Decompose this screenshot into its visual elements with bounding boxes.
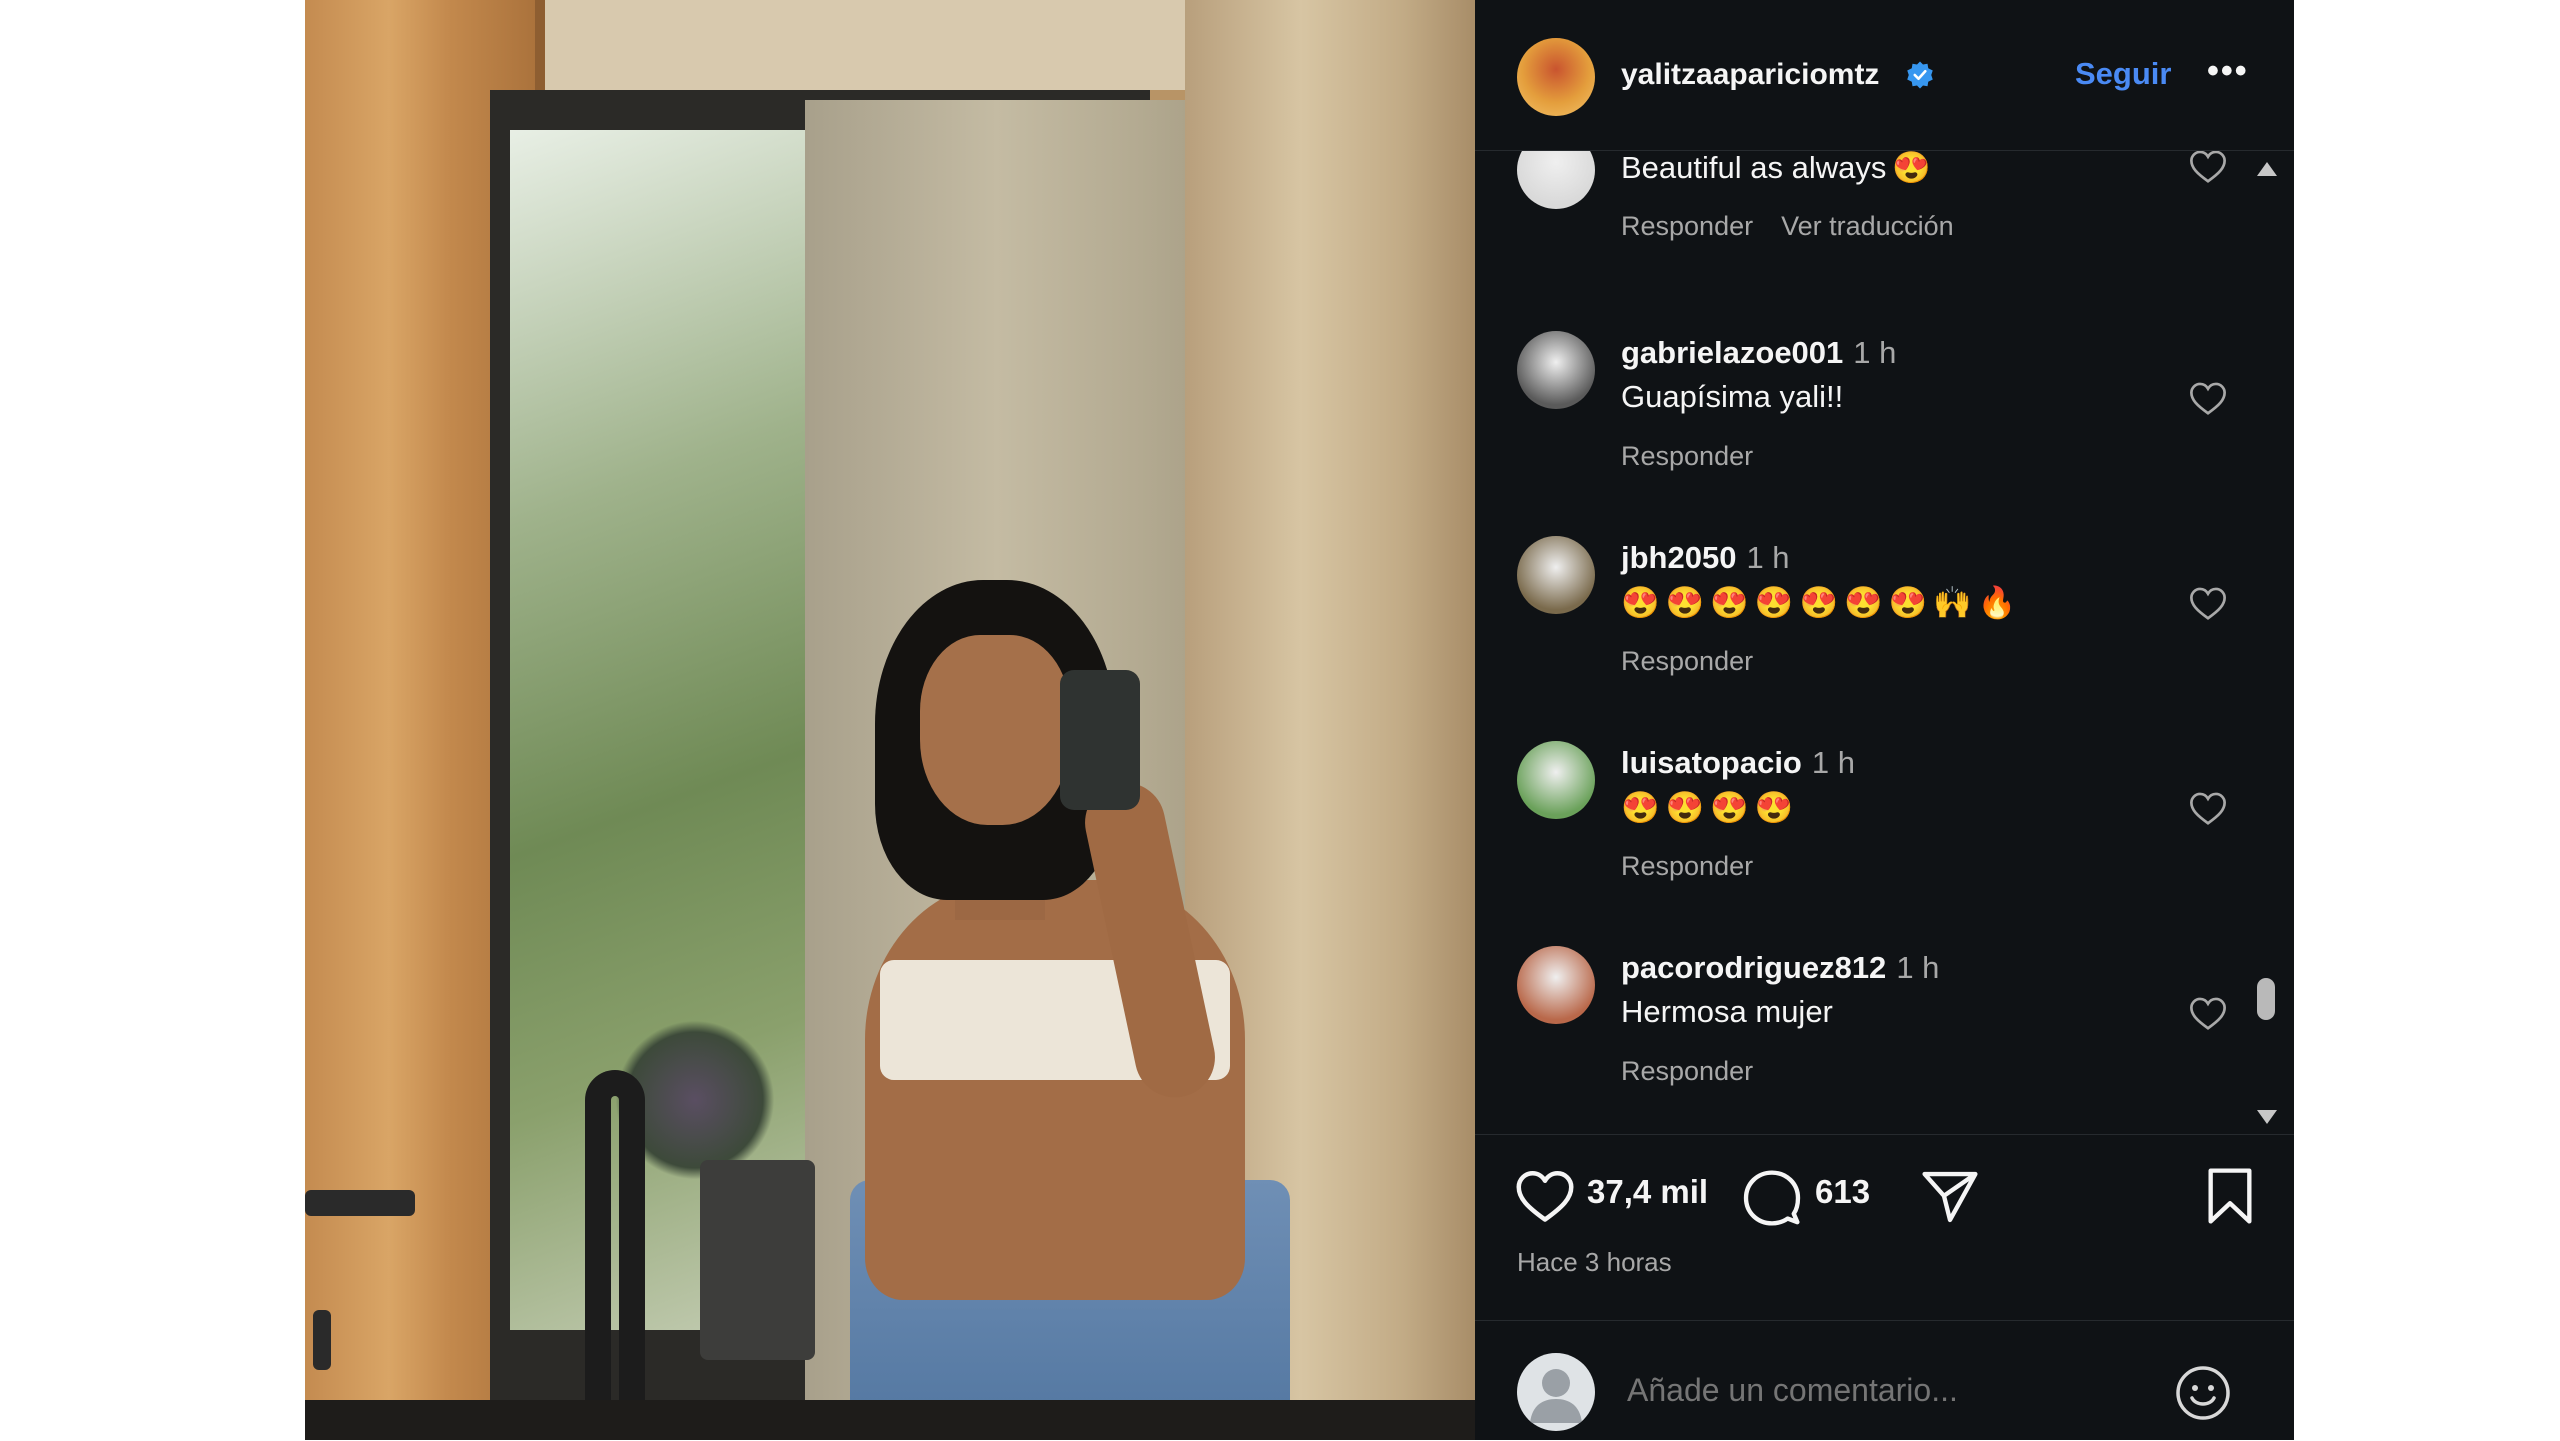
post-actions-bar: 37,4 mil 613 Hace 3 horas [1475, 1134, 2294, 1295]
commenter-username[interactable]: gabrielazoe001 1 h [1621, 335, 1896, 371]
default-user-icon [1530, 1369, 1582, 1423]
comment-item: jbh2050 1 h 😍 😍 😍 😍 😍 😍 😍 🙌 🔥 Responder [1475, 536, 2255, 736]
comment-item: Beautiful as always 😍 Responder Ver traducc… [1475, 151, 2255, 331]
verified-badge-icon [1907, 61, 1933, 89]
scroll-down-arrow-icon[interactable] [2257, 1110, 2277, 1124]
commenter-avatar[interactable] [1517, 536, 1595, 614]
comment-time[interactable]: 1 h [1812, 745, 1855, 780]
comment-text: Hermosa mujer [1621, 994, 1833, 1030]
reply-button[interactable]: Responder [1621, 851, 1753, 881]
commenter-username-text[interactable]: jbh2050 [1621, 540, 1736, 575]
comment-time[interactable]: 1 h [1853, 335, 1896, 370]
post-photo[interactable] [305, 0, 1475, 1440]
commenter-avatar[interactable] [1517, 151, 1595, 209]
comment-item: luisatopacio 1 h 😍 😍 😍 😍 Responder [1475, 741, 2255, 941]
comment-like-heart-icon[interactable] [2189, 586, 2227, 622]
commenter-username-text[interactable]: gabrielazoe001 [1621, 335, 1843, 370]
reply-button[interactable]: Responder [1621, 1056, 1753, 1086]
comment-emoji: 😍 [1754, 790, 1794, 825]
photo-person-face [920, 635, 1070, 825]
post-side-panel: yalitzaapariciomtz Seguir ••• Beautiful … [1475, 0, 2294, 1440]
commenter-avatar[interactable] [1517, 946, 1595, 1024]
post-header: yalitzaapariciomtz Seguir ••• [1475, 0, 2294, 151]
reply-button[interactable]: Responder [1621, 646, 1753, 676]
photo-pot [700, 1160, 815, 1360]
comment-text: 😍 😍 😍 😍 😍 😍 😍 🙌 🔥 [1621, 584, 2022, 621]
comments-count[interactable]: 613 [1815, 1173, 1870, 1211]
comment-text: Beautiful as always 😍 [1621, 151, 1937, 186]
add-comment-input[interactable] [1625, 1371, 2129, 1410]
author-avatar[interactable] [1517, 38, 1595, 116]
reply-button[interactable]: Responder [1621, 441, 1753, 471]
smiley-icon[interactable] [2175, 1365, 2231, 1421]
comment-text: Guapísima yali!! [1621, 379, 1843, 415]
author-username[interactable]: yalitzaapariciomtz [1621, 58, 1879, 92]
photo-door-latch [313, 1310, 331, 1370]
comment-text: 😍 😍 😍 😍 [1621, 789, 1799, 826]
photo-counter [305, 1400, 1475, 1440]
photo-phone [1060, 670, 1140, 810]
follow-button[interactable]: Seguir [2075, 56, 2171, 92]
commenter-username[interactable]: luisatopacio 1 h [1621, 745, 1855, 781]
comment-bubble-icon[interactable] [1743, 1169, 1801, 1227]
post-timestamp[interactable]: Hace 3 horas [1517, 1247, 1672, 1278]
comment-emoji: 😍 [1665, 585, 1705, 620]
photo-door-handle [305, 1190, 415, 1216]
comment-emoji: 😍 [1621, 585, 1660, 620]
likes-count[interactable]: 37,4 mil [1587, 1173, 1708, 1211]
comment-item: pacorodriguez812 1 h Hermosa mujer Responde… [1475, 946, 2255, 1131]
commenter-username[interactable]: jbh2050 1 h [1621, 540, 1790, 576]
share-send-icon[interactable] [1921, 1169, 1979, 1225]
comment-emoji: 😍 [1888, 585, 1928, 620]
comment-like-heart-icon[interactable] [2189, 381, 2227, 417]
comment-emoji: 😍 [1665, 790, 1705, 825]
comment-actions: Responder [1621, 646, 1781, 677]
comment-emoji: 😍 [1710, 585, 1749, 620]
comment-time[interactable]: 1 h [1896, 950, 1939, 985]
scrollbar-thumb[interactable] [2257, 978, 2275, 1020]
comment-emoji: 🔥 [1977, 585, 2017, 620]
comment-actions: Responder [1621, 851, 1781, 882]
comments-list[interactable]: Beautiful as always 😍 Responder Ver traducc… [1475, 151, 2255, 1131]
heart-icon[interactable] [1515, 1169, 1575, 1225]
commenter-username[interactable]: pacorodriguez812 1 h [1621, 950, 1939, 986]
comment-emoji: 😍 [1799, 585, 1839, 620]
scroll-up-arrow-icon[interactable] [2257, 162, 2277, 176]
comment-text-body: Guapísima yali!! [1621, 379, 1844, 414]
comment-emoji: 😍 [1892, 151, 1931, 185]
commenter-username-text[interactable]: pacorodriguez812 [1621, 950, 1886, 985]
commenter-avatar[interactable] [1517, 331, 1595, 409]
current-user-avatar [1517, 1353, 1595, 1431]
add-comment-bar [1475, 1320, 2294, 1441]
more-options-button[interactable]: ••• [2207, 52, 2249, 91]
comment-item: gabrielazoe001 1 h Guapísima yali!! Respond… [1475, 331, 2255, 531]
comment-text-body: Beautiful as always [1621, 151, 1887, 185]
comment-like-heart-icon[interactable] [2189, 791, 2227, 827]
comment-time[interactable]: 1 h [1746, 540, 1789, 575]
comment-emoji: 😍 [1621, 790, 1660, 825]
see-translation-button[interactable]: Ver traducción [1781, 211, 1954, 241]
comment-text-body: Hermosa mujer [1621, 994, 1833, 1029]
comment-actions: Responder [1621, 441, 1781, 472]
comment-like-heart-icon[interactable] [2189, 151, 2227, 185]
comment-emoji: 😍 [1754, 585, 1794, 620]
comment-actions: Responder Ver traducción [1621, 211, 1982, 242]
comment-emoji: 😍 [1844, 585, 1883, 620]
commenter-username-text[interactable]: luisatopacio [1621, 745, 1802, 780]
comment-like-heart-icon[interactable] [2189, 996, 2227, 1032]
bookmark-icon[interactable] [2205, 1167, 2255, 1225]
reply-button[interactable]: Responder [1621, 211, 1753, 241]
comments-scrollbar[interactable] [2255, 158, 2277, 1128]
comment-emoji: 🙌 [1933, 585, 1972, 620]
photo-faucet [585, 1070, 645, 1440]
comment-actions: Responder [1621, 1056, 1781, 1087]
commenter-avatar[interactable] [1517, 741, 1595, 819]
comment-emoji: 😍 [1710, 790, 1749, 825]
